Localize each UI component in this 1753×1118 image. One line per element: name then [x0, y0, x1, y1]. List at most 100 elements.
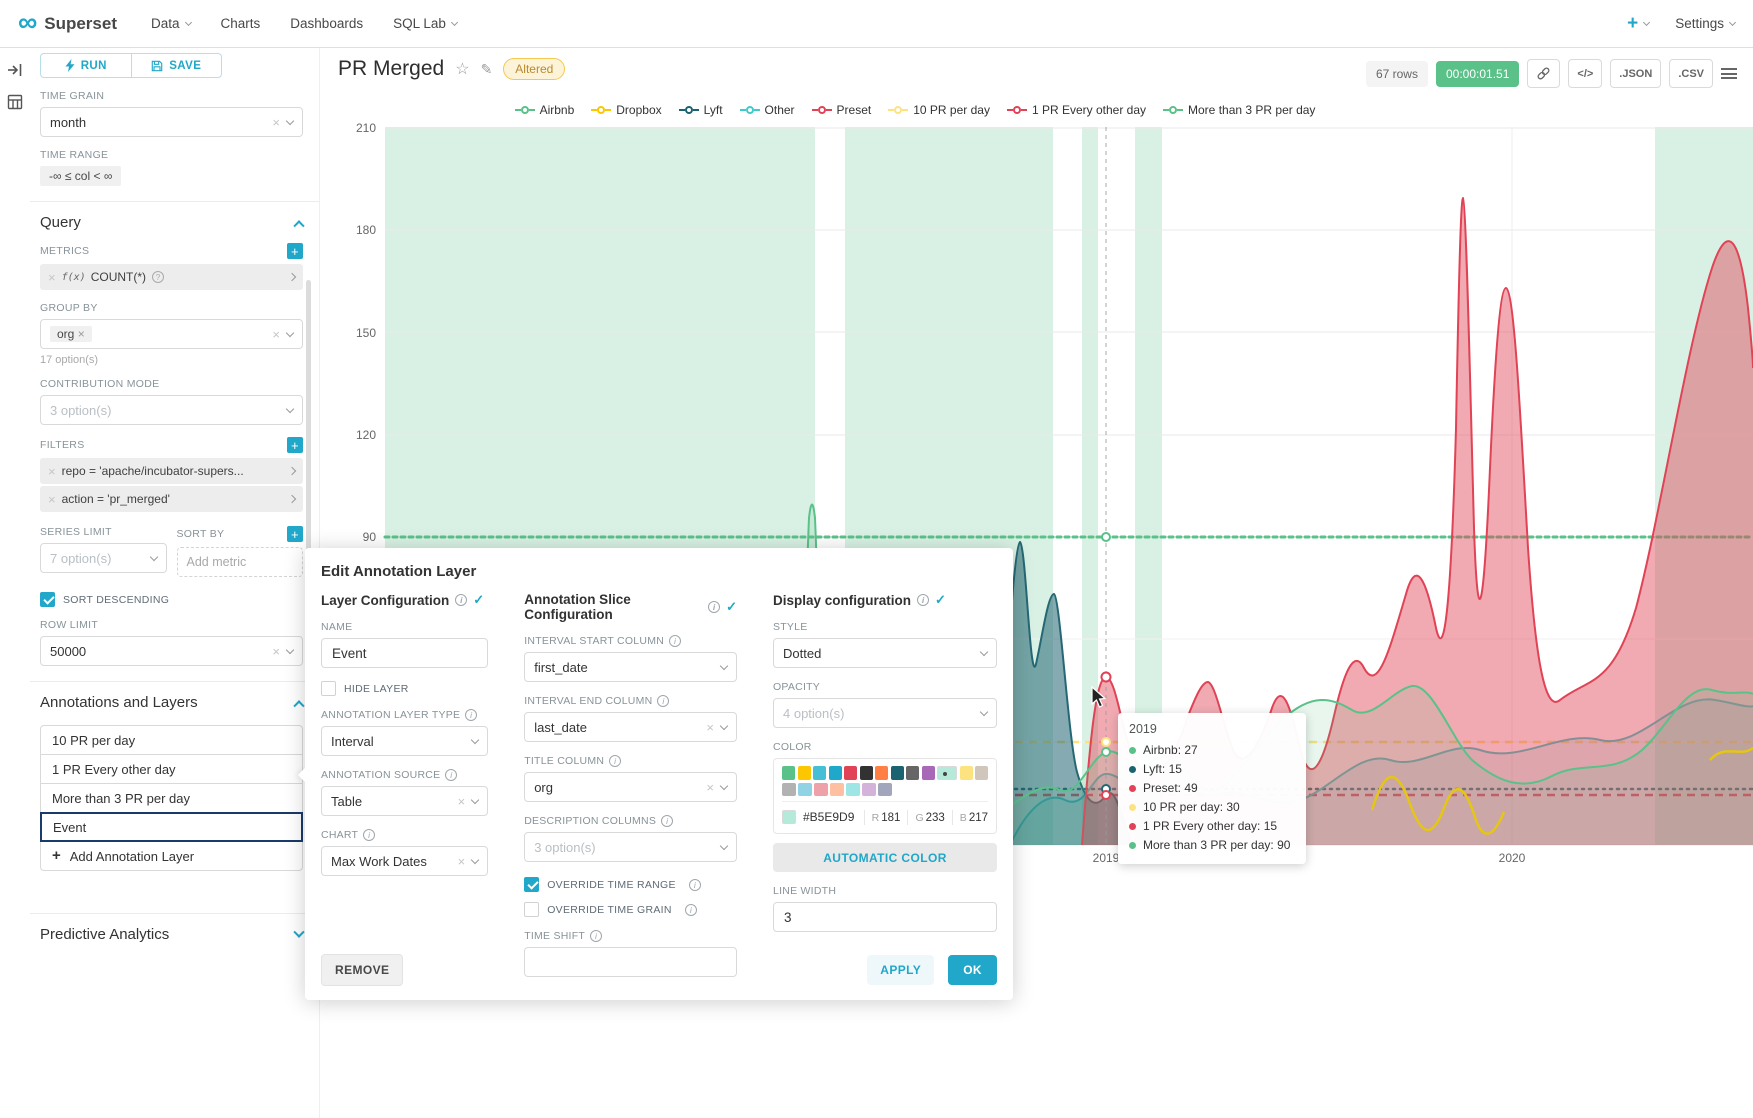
settings-menu[interactable]: Settings: [1675, 16, 1735, 31]
name-input[interactable]: [321, 638, 488, 668]
expand-chevron-icon[interactable]: [293, 926, 304, 937]
clear-icon[interactable]: [706, 721, 714, 734]
metric-chip[interactable]: f(x) COUNT(*): [40, 264, 303, 290]
color-swatch-selected[interactable]: [937, 766, 957, 780]
color-swatch[interactable]: [830, 783, 844, 797]
clear-icon[interactable]: [272, 645, 280, 658]
info-icon[interactable]: [669, 635, 681, 647]
annotation-layer-type-select[interactable]: Interval: [321, 726, 488, 756]
checkbox-checked-icon[interactable]: [40, 592, 55, 607]
apply-button[interactable]: APPLY: [867, 955, 934, 985]
nav-data[interactable]: Data: [151, 16, 191, 31]
override-time-range-checkbox-row[interactable]: OVERRIDE TIME RANGE: [524, 877, 737, 892]
style-select[interactable]: Dotted: [773, 638, 997, 668]
edit-pencil-icon[interactable]: ✎: [481, 61, 493, 78]
add-annotation-layer-button[interactable]: + Add Annotation Layer: [40, 841, 303, 871]
collapse-panel-icon[interactable]: [7, 62, 23, 78]
filter-chip[interactable]: action = 'pr_merged': [40, 486, 303, 512]
collapse-chevron-icon[interactable]: [293, 700, 304, 711]
color-swatch[interactable]: [860, 766, 873, 780]
annotation-layer-item[interactable]: 1 PR Every other day: [40, 754, 303, 784]
clear-icon[interactable]: [272, 116, 280, 129]
info-icon[interactable]: [657, 695, 669, 707]
color-swatch[interactable]: [844, 766, 857, 780]
remove-icon[interactable]: [48, 465, 56, 478]
title-column-select[interactable]: org: [524, 772, 737, 802]
interval-end-select[interactable]: last_date: [524, 712, 737, 742]
info-icon[interactable]: [609, 755, 621, 767]
opacity-select[interactable]: 4 option(s): [773, 698, 997, 728]
info-icon[interactable]: [445, 769, 457, 781]
save-button[interactable]: SAVE: [131, 53, 223, 78]
add-filter-button[interactable]: [287, 437, 303, 453]
nav-charts[interactable]: Charts: [221, 16, 261, 31]
g-value[interactable]: 233: [926, 812, 945, 824]
row-limit-select[interactable]: 50000: [40, 636, 303, 666]
color-swatch[interactable]: [813, 766, 826, 780]
legend-item[interactable]: 10 PR per day: [888, 103, 990, 117]
b-value[interactable]: 217: [969, 812, 988, 824]
line-width-input[interactable]: [773, 902, 997, 932]
info-icon[interactable]: [465, 709, 477, 721]
legend-item[interactable]: Preset: [812, 103, 872, 117]
color-swatch[interactable]: [814, 783, 828, 797]
remove-icon[interactable]: [48, 493, 56, 506]
info-icon[interactable]: [917, 594, 929, 606]
nav-sql-lab[interactable]: SQL Lab: [393, 16, 457, 31]
info-icon[interactable]: [689, 879, 701, 891]
legend-item[interactable]: Dropbox: [591, 103, 661, 117]
time-grain-select[interactable]: month: [40, 107, 303, 137]
info-icon[interactable]: [661, 815, 673, 827]
filter-chip[interactable]: repo = 'apache/incubator-supers...: [40, 458, 303, 484]
color-swatch[interactable]: [891, 766, 904, 780]
view-query-button[interactable]: </>: [1568, 59, 1602, 88]
annotation-layer-item[interactable]: More than 3 PR per day: [40, 783, 303, 813]
color-swatch[interactable]: [829, 766, 842, 780]
info-icon[interactable]: [363, 829, 375, 841]
chart-select[interactable]: Max Work Dates: [321, 846, 488, 876]
automatic-color-button[interactable]: AUTOMATIC COLOR: [773, 843, 997, 872]
color-swatch[interactable]: [846, 783, 860, 797]
info-icon[interactable]: [708, 601, 720, 613]
export-csv-button[interactable]: .CSV: [1669, 59, 1713, 88]
legend-item[interactable]: 1 PR Every other day: [1007, 103, 1146, 117]
datasource-grid-icon[interactable]: [7, 94, 23, 110]
remove-icon[interactable]: [48, 271, 56, 284]
legend-item[interactable]: Lyft: [679, 103, 723, 117]
clear-icon[interactable]: [458, 795, 466, 808]
sort-descending-checkbox-row[interactable]: SORT DESCENDING: [40, 592, 303, 607]
color-swatch[interactable]: [922, 766, 935, 780]
collapse-chevron-icon[interactable]: [293, 220, 304, 231]
interval-start-select[interactable]: first_date: [524, 652, 737, 682]
color-swatch[interactable]: [975, 766, 988, 780]
color-swatch[interactable]: [960, 766, 973, 780]
annotation-layer-item[interactable]: 10 PR per day: [40, 725, 303, 755]
override-time-grain-checkbox-row[interactable]: OVERRIDE TIME GRAIN: [524, 902, 737, 917]
checkbox-checked-icon[interactable]: [524, 877, 539, 892]
color-swatch[interactable]: [862, 783, 876, 797]
time-range-value[interactable]: -∞ ≤ col < ∞: [40, 166, 121, 186]
nav-dashboards[interactable]: Dashboards: [290, 16, 363, 31]
group-by-tag[interactable]: org ×: [50, 326, 92, 342]
run-button[interactable]: RUN: [40, 53, 131, 78]
info-icon[interactable]: [685, 904, 697, 916]
info-icon[interactable]: [455, 594, 467, 606]
color-swatch[interactable]: [782, 766, 795, 780]
more-options-menu-icon[interactable]: [1721, 68, 1737, 79]
r-value[interactable]: 181: [881, 812, 900, 824]
legend-item[interactable]: Other: [740, 103, 795, 117]
info-icon[interactable]: [590, 930, 602, 942]
clear-icon[interactable]: [706, 781, 714, 794]
series-limit-select[interactable]: 7 option(s): [40, 543, 167, 573]
description-columns-select[interactable]: 3 option(s): [524, 832, 737, 862]
checkbox-unchecked-icon[interactable]: [321, 681, 336, 696]
hide-layer-checkbox-row[interactable]: HIDE LAYER: [321, 681, 488, 696]
sort-by-add-metric[interactable]: Add metric: [177, 547, 304, 577]
help-icon[interactable]: [152, 271, 164, 283]
remove-button[interactable]: REMOVE: [321, 954, 403, 986]
checkbox-unchecked-icon[interactable]: [524, 902, 539, 917]
group-by-select[interactable]: org ×: [40, 319, 303, 349]
color-swatch[interactable]: [782, 783, 796, 797]
color-swatch[interactable]: [798, 766, 811, 780]
annotation-layer-item-selected[interactable]: Event: [40, 812, 303, 842]
